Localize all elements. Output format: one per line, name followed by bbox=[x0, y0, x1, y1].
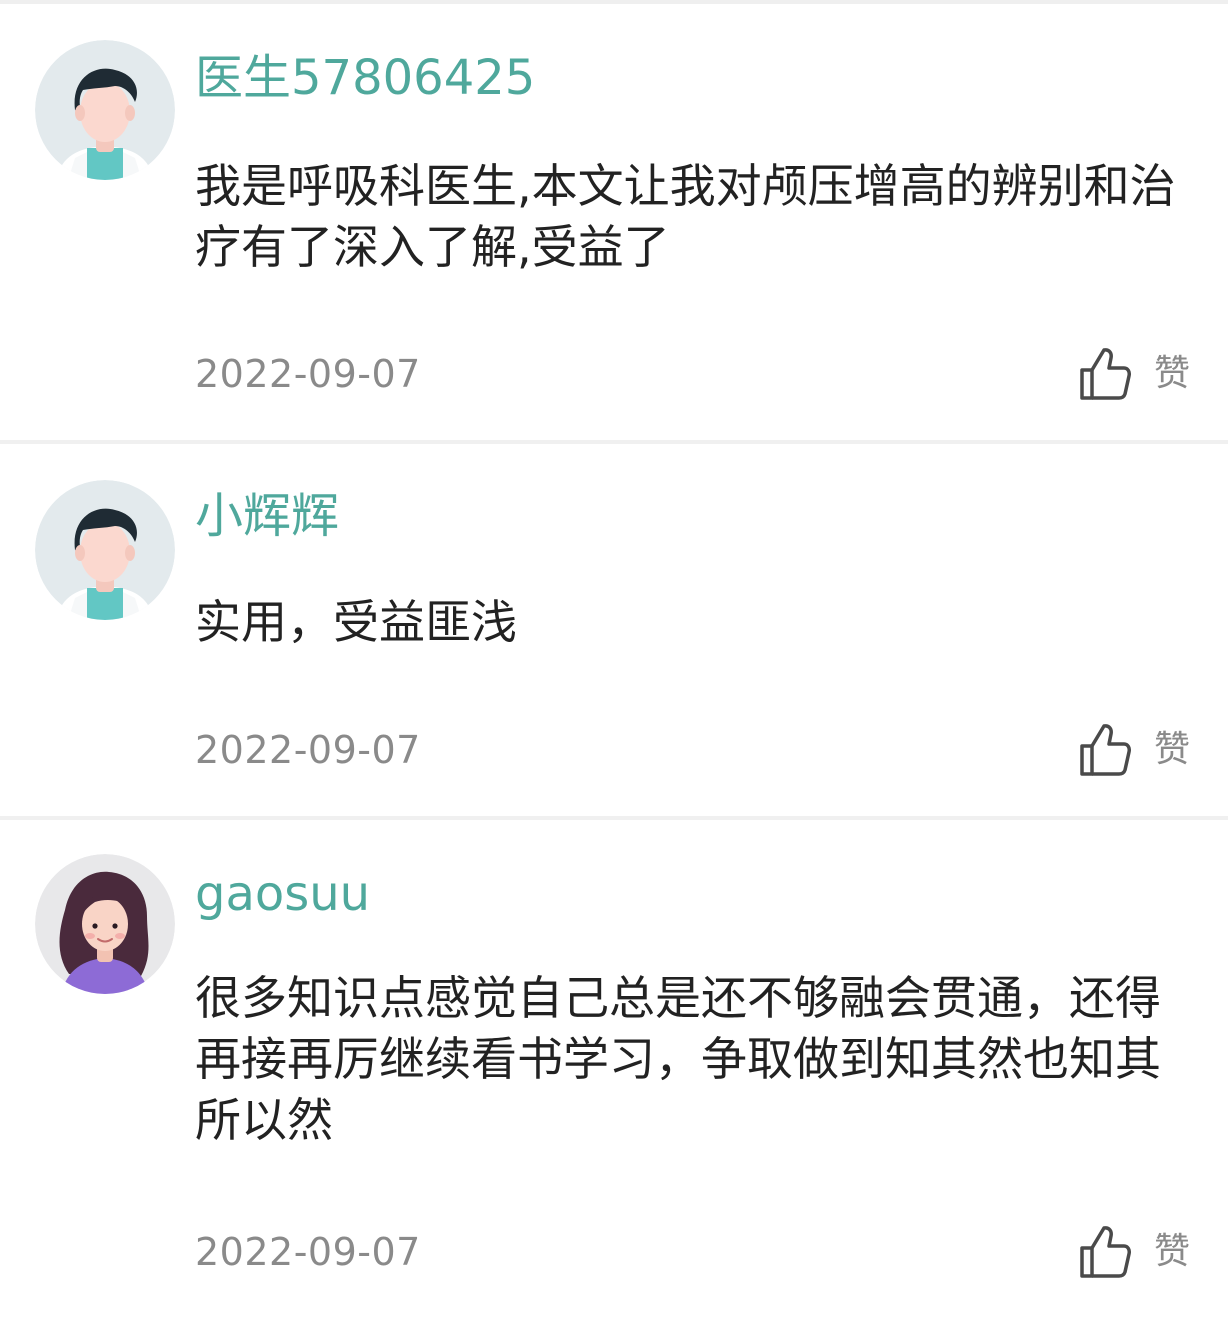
avatar[interactable] bbox=[35, 854, 175, 994]
comment-item: 小辉辉 实用，受益匪浅 2022-09-07 赞 bbox=[0, 444, 1228, 816]
avatar[interactable] bbox=[35, 480, 175, 620]
comment-date: 2022-09-07 bbox=[195, 1230, 421, 1274]
male-doctor-avatar-icon bbox=[35, 480, 175, 620]
avatar[interactable] bbox=[35, 40, 175, 180]
thumbs-up-icon bbox=[1080, 1226, 1131, 1278]
comment-date: 2022-09-07 bbox=[195, 352, 421, 396]
like-button[interactable]: 赞 bbox=[1078, 1224, 1198, 1284]
like-label: 赞 bbox=[1154, 729, 1191, 770]
comment-text: 我是呼吸科医生,本文让我对颅压增高的辨别和治疗有了深入了解,受益了 bbox=[195, 159, 1176, 274]
username[interactable]: 小辉辉 bbox=[195, 486, 339, 546]
like-label: 赞 bbox=[1154, 1231, 1191, 1272]
like-label: 赞 bbox=[1154, 353, 1191, 394]
thumbs-up-icon bbox=[1080, 724, 1131, 776]
like-button[interactable]: 赞 bbox=[1078, 722, 1198, 782]
thumbs-up-icon bbox=[1080, 348, 1131, 400]
male-doctor-avatar-icon bbox=[35, 40, 175, 180]
username[interactable]: 医生57806425 bbox=[195, 48, 535, 108]
comment-text: 很多知识点感觉自己总是还不够融会贯通，还得再接再厉继续看书学习，争取做到知其然也… bbox=[195, 971, 1161, 1147]
comment-item: 医生57806425 我是呼吸科医生,本文让我对颅压增高的辨别和治疗有了深入了解… bbox=[0, 4, 1228, 440]
comment-text: 实用，受益匪浅 bbox=[195, 595, 517, 649]
comment-item: gaosuu 很多知识点感觉自己总是还不够融会贯通，还得再接再厉继续看书学习，争… bbox=[0, 820, 1228, 1320]
username[interactable]: gaosuu bbox=[195, 864, 370, 924]
female-avatar-icon bbox=[35, 854, 175, 994]
comment-date: 2022-09-07 bbox=[195, 728, 421, 772]
like-button[interactable]: 赞 bbox=[1078, 346, 1198, 406]
